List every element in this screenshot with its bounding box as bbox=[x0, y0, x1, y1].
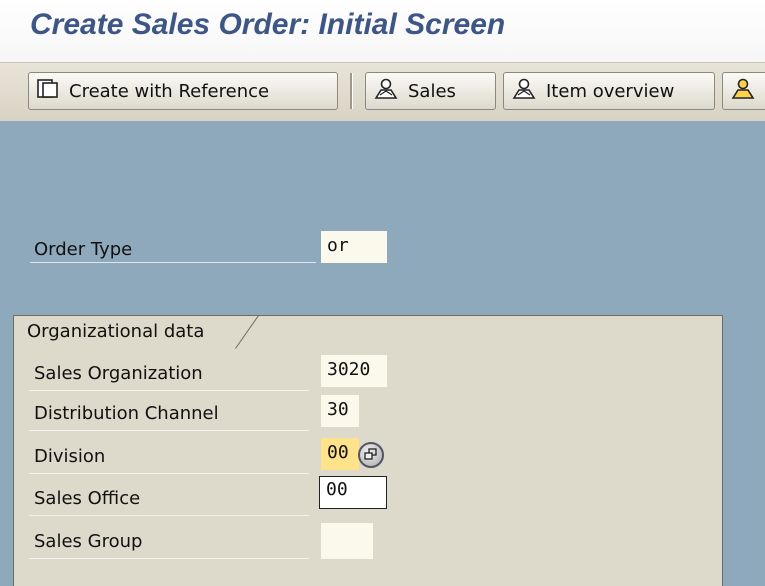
sales-office-field[interactable]: 00 bbox=[319, 476, 387, 509]
toolbar-overflow-button[interactable] bbox=[722, 72, 765, 110]
person-icon bbox=[512, 78, 536, 105]
organizational-data-title: Organizational data bbox=[27, 321, 205, 342]
row-underline bbox=[29, 430, 309, 431]
sales-button[interactable]: Sales bbox=[365, 72, 496, 110]
row-underline bbox=[29, 515, 309, 516]
division-row: Division bbox=[29, 440, 459, 474]
sales-organization-field[interactable]: 3020 bbox=[321, 355, 387, 387]
sales-organization-label: Sales Organization bbox=[34, 363, 203, 384]
sales-group-row: Sales Group bbox=[29, 525, 459, 559]
sales-organization-row: Sales Organization bbox=[29, 357, 459, 391]
item-overview-button[interactable]: Item overview bbox=[503, 72, 715, 110]
toolbar-separator bbox=[350, 73, 353, 109]
item-overview-label: Item overview bbox=[546, 80, 675, 102]
distribution-channel-row: Distribution Channel bbox=[29, 397, 459, 431]
sales-group-field[interactable] bbox=[321, 523, 373, 559]
sales-label: Sales bbox=[408, 80, 456, 102]
distribution-channel-label: Distribution Channel bbox=[34, 403, 219, 424]
organizational-data-tab: Organizational data bbox=[13, 315, 259, 349]
order-type-field[interactable]: or bbox=[321, 231, 387, 263]
order-type-underline bbox=[30, 262, 316, 263]
person-icon bbox=[374, 78, 398, 105]
division-field[interactable]: 00 bbox=[321, 438, 359, 470]
create-with-reference-label: Create with Reference bbox=[69, 80, 270, 102]
create-with-reference-button[interactable]: Create with Reference bbox=[28, 72, 338, 110]
sales-office-label: Sales Office bbox=[34, 488, 141, 509]
matchcode-icon bbox=[364, 448, 377, 460]
sales-office-row: Sales Office bbox=[29, 482, 459, 516]
copy-icon bbox=[37, 78, 59, 104]
sales-group-label: Sales Group bbox=[34, 531, 143, 552]
division-label: Division bbox=[34, 446, 106, 467]
row-underline bbox=[29, 558, 309, 559]
matchcode-button[interactable] bbox=[358, 442, 384, 468]
distribution-channel-field[interactable]: 30 bbox=[321, 395, 359, 427]
page-title: Create Sales Order: Initial Screen bbox=[30, 8, 506, 41]
row-underline bbox=[29, 473, 309, 474]
order-type-label: Order Type bbox=[34, 239, 133, 260]
application-toolbar: Create with Reference Sales Item overvie… bbox=[0, 62, 765, 122]
row-underline bbox=[29, 390, 309, 391]
person-icon bbox=[731, 78, 755, 105]
title-bar: Create Sales Order: Initial Screen bbox=[0, 0, 765, 62]
